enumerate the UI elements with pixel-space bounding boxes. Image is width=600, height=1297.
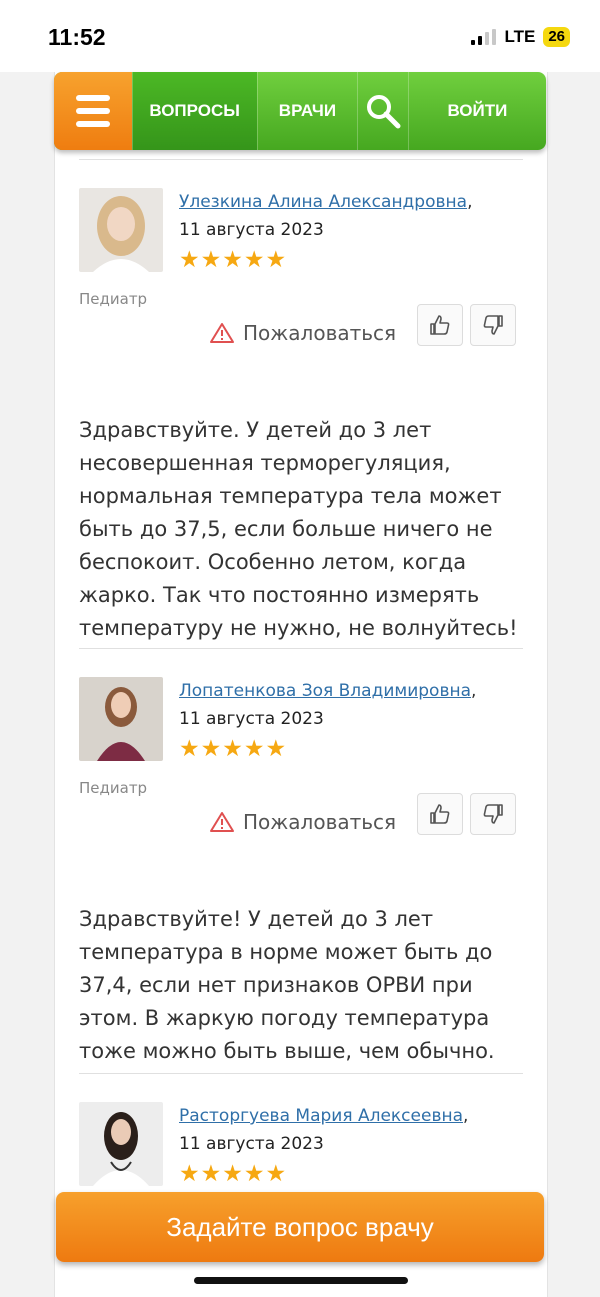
nav-doctors[interactable]: ВРАЧИ [256, 72, 357, 150]
status-time: 11:52 [48, 24, 106, 50]
content-card: Улезкина Алина Александровна, 11 августа… [54, 72, 548, 1297]
answer-text: Здравствуйте. У детей до 3 лет несоверше… [79, 418, 518, 640]
star-icon: ★ [179, 1161, 200, 1187]
star-icon: ★ [265, 247, 287, 273]
hamburger-icon [75, 108, 110, 114]
doctor-name-link[interactable]: Лопатенкова Зоя Владимировна [179, 681, 471, 701]
nav-login[interactable]: ВОЙТИ [407, 72, 546, 150]
nav-questions[interactable]: ВОПРОСЫ [131, 72, 257, 150]
complain-button[interactable]: Пожаловаться [209, 321, 396, 345]
doctor-specialty: Педиатр [79, 290, 148, 308]
search-icon [366, 95, 401, 129]
like-button[interactable] [417, 304, 463, 346]
star-icon: ★ [265, 736, 287, 762]
star-icon: ★ [243, 1161, 265, 1187]
star-icon: ★ [200, 247, 222, 273]
star-icon: ★ [243, 736, 265, 762]
star-icon: ★ [200, 736, 222, 762]
hamburger-icon [75, 121, 110, 127]
answer-date: 11 августа 2023 [179, 709, 324, 729]
star-icon: ★ [200, 1161, 222, 1187]
doctor-name: Расторгуева Мария Алексеевна, [179, 1106, 469, 1126]
answer-date: 11 августа 2023 [179, 1134, 324, 1154]
thumbs-up-icon [430, 804, 450, 824]
complain-label: Пожаловаться [243, 810, 397, 834]
dislike-button[interactable] [470, 304, 516, 346]
answer-date: 11 августа 2023 [179, 220, 324, 240]
nav-search-button[interactable] [357, 72, 408, 150]
doctor-avatar [79, 677, 163, 761]
rating-stars: ★ ★ ★ ★ ★ [179, 248, 286, 272]
top-nav: ВОПРОСЫ ВРАЧИ ВОЙТИ [54, 72, 546, 150]
thumbs-down-icon [483, 315, 503, 335]
doctor-avatar [79, 188, 163, 272]
battery-icon: 26 [543, 27, 570, 47]
doctor-avatar [79, 1102, 163, 1186]
signal-icon [471, 29, 497, 45]
thumbs-up-icon [430, 315, 450, 335]
doctor-specialty: Педиатр [79, 779, 148, 797]
warning-icon [210, 323, 234, 343]
complain-button[interactable]: Пожаловаться [209, 810, 396, 834]
doctor-name: Лопатенкова Зоя Владимировна, [179, 681, 477, 701]
answer-text: Здравствуйте! У детей до 3 лет температу… [79, 907, 495, 1063]
rating-stars: ★ ★ ★ ★ ★ [179, 1162, 286, 1186]
star-icon: ★ [243, 247, 265, 273]
dislike-button[interactable] [470, 793, 516, 835]
divider [79, 159, 523, 160]
ask-doctor-button[interactable]: Задайте вопрос врачу [56, 1192, 544, 1262]
doctor-name: Улезкина Алина Александровна, [179, 192, 473, 212]
status-indicators: LTE 26 [471, 27, 570, 47]
divider [79, 648, 523, 649]
thumbs-down-icon [483, 804, 503, 824]
star-icon: ★ [179, 736, 200, 762]
star-icon: ★ [265, 1161, 287, 1187]
doctor-name-link[interactable]: Улезкина Алина Александровна [179, 192, 467, 212]
star-icon: ★ [179, 247, 200, 273]
star-icon: ★ [222, 247, 243, 273]
menu-button[interactable] [54, 72, 132, 150]
star-icon: ★ [222, 736, 243, 762]
network-label: LTE [504, 27, 536, 46]
warning-icon [210, 812, 234, 832]
star-icon: ★ [222, 1161, 243, 1187]
doctor-name-link[interactable]: Расторгуева Мария Алексеевна [179, 1106, 463, 1126]
hamburger-icon [75, 95, 110, 101]
home-indicator[interactable] [194, 1277, 408, 1284]
rating-stars: ★ ★ ★ ★ ★ [179, 737, 286, 761]
like-button[interactable] [417, 793, 463, 835]
status-bar: 11:52 LTE 26 [0, 0, 600, 72]
complain-label: Пожаловаться [243, 321, 397, 345]
divider [79, 1073, 523, 1074]
